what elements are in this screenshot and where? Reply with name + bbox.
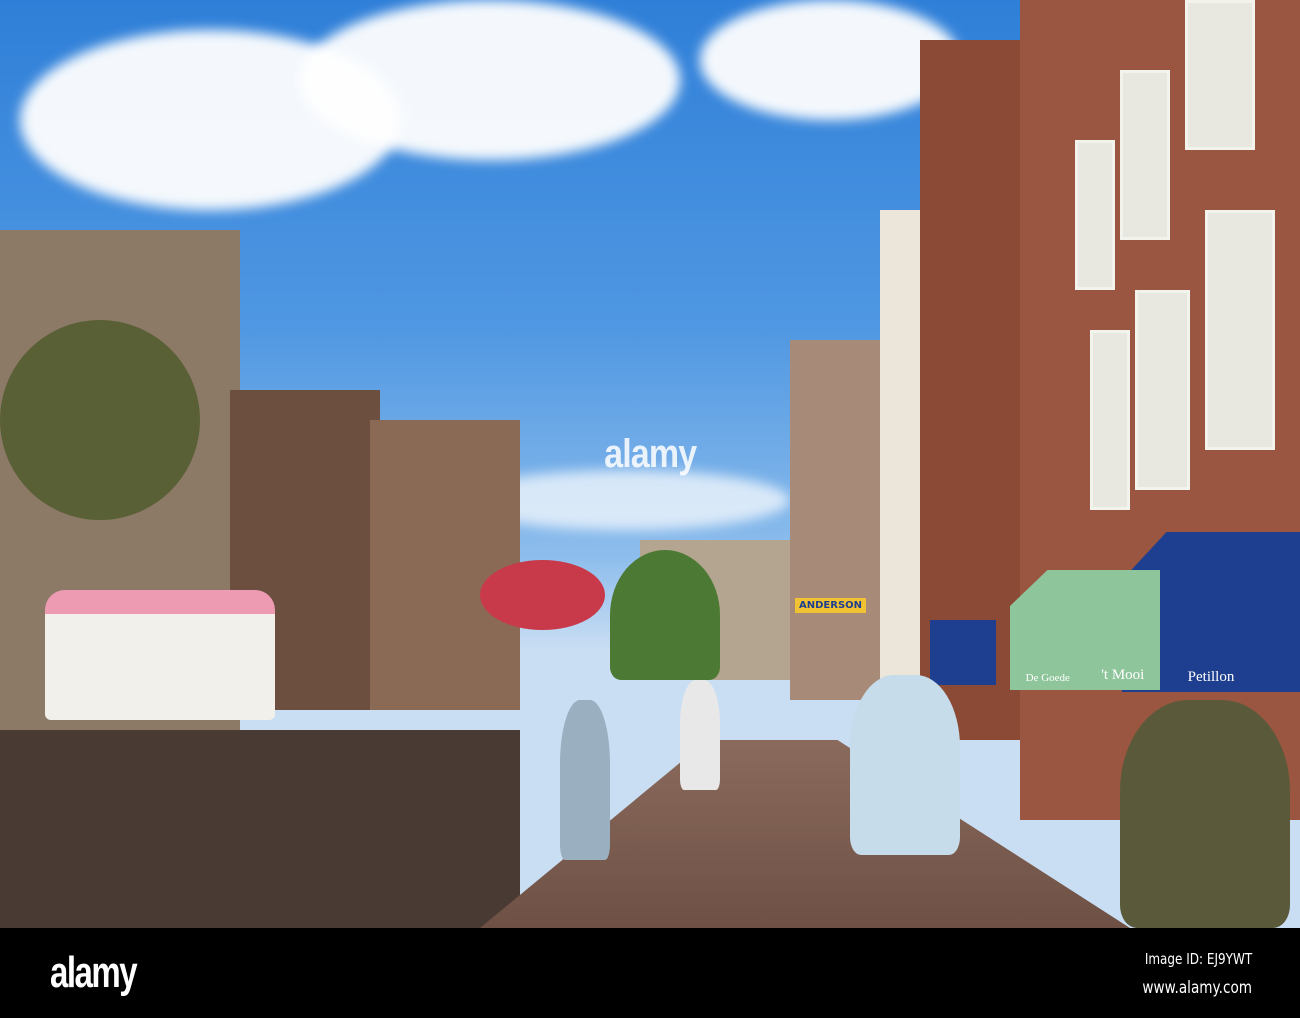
alamy-logo: alamy — [50, 948, 138, 997]
shop-sign-text: 't Mooi — [1101, 667, 1145, 683]
awning-green: De Goede 't Mooi — [1010, 570, 1160, 690]
ice-cream-van — [45, 590, 275, 720]
window — [1205, 210, 1275, 450]
window — [1090, 330, 1130, 510]
canal-bridge — [0, 730, 520, 928]
site-url: www.alamy.com — [1142, 978, 1252, 998]
building-left — [370, 420, 520, 710]
tree — [610, 550, 720, 680]
window — [1075, 140, 1115, 290]
shop-sign-text: Petillon — [1187, 669, 1235, 685]
pedestrian — [560, 700, 610, 860]
window — [1120, 70, 1170, 240]
watermark: alamy — [604, 432, 697, 476]
shop-sign: ANDERSON — [795, 598, 867, 613]
footer-bar: alamy Image ID: EJ9YWT www.alamy.com — [0, 928, 1300, 1018]
cyclist — [850, 675, 960, 855]
window — [1185, 0, 1255, 150]
pedestrian — [1120, 700, 1290, 928]
shop-sign-text: De Goede — [1025, 672, 1070, 684]
awning-blue-small — [930, 620, 996, 685]
cloud — [300, 0, 680, 160]
cyclist — [680, 680, 720, 790]
image-id: Image ID: EJ9YWT — [1144, 950, 1252, 968]
window — [1135, 290, 1190, 490]
street-photo: Petillon De Goede 't Mooi ANDERSON alamy — [0, 0, 1300, 928]
flower-basket — [480, 560, 605, 630]
tree — [0, 320, 200, 520]
